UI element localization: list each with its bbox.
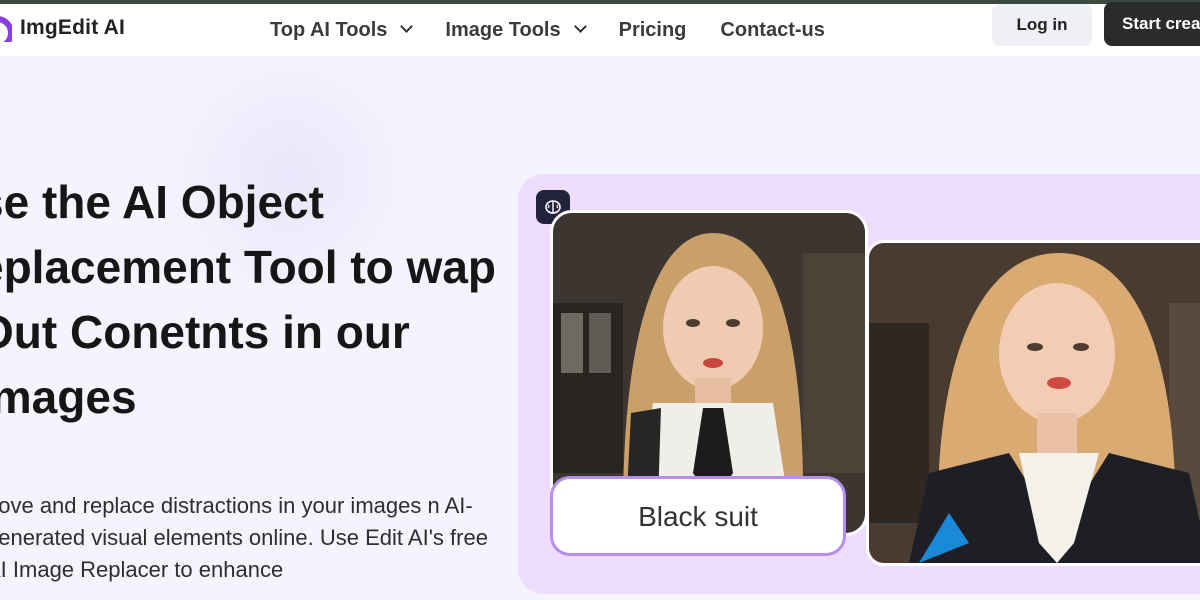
nav-image-tools[interactable]: Image Tools xyxy=(445,19,584,42)
after-image xyxy=(866,240,1200,566)
start-creating-button[interactable]: Start creat xyxy=(1104,2,1200,46)
replacement-prompt-text: Black suit xyxy=(638,501,758,532)
nav-contact-us[interactable]: Contact-us xyxy=(720,19,824,42)
chevron-down-icon xyxy=(401,22,411,32)
logo-text: ImgEdit AI xyxy=(20,16,126,39)
nav-top-ai-tools[interactable]: Top AI Tools xyxy=(270,19,411,42)
main-nav: Top AI Tools Image Tools Pricing Contact… xyxy=(270,4,825,56)
nav-label: Image Tools xyxy=(445,18,561,41)
replacement-prompt-tag: Black suit xyxy=(550,476,846,556)
site-header: ImgEdit AI Top AI Tools Image Tools Pric… xyxy=(0,2,1200,56)
hero-headline: se the AI Object eplacement Tool to wap … xyxy=(0,176,496,423)
logo-icon xyxy=(0,14,12,42)
nav-label: Pricing xyxy=(618,18,687,41)
nav-label: Top AI Tools xyxy=(270,18,388,41)
nav-pricing[interactable]: Pricing xyxy=(619,19,687,42)
logo[interactable]: ImgEdit AI xyxy=(0,14,125,42)
login-button[interactable]: Log in xyxy=(992,4,1092,46)
nav-label: Contact-us xyxy=(720,18,825,41)
hero-description: nove and replace distractions in your im… xyxy=(0,493,488,582)
chevron-down-icon xyxy=(575,22,585,32)
